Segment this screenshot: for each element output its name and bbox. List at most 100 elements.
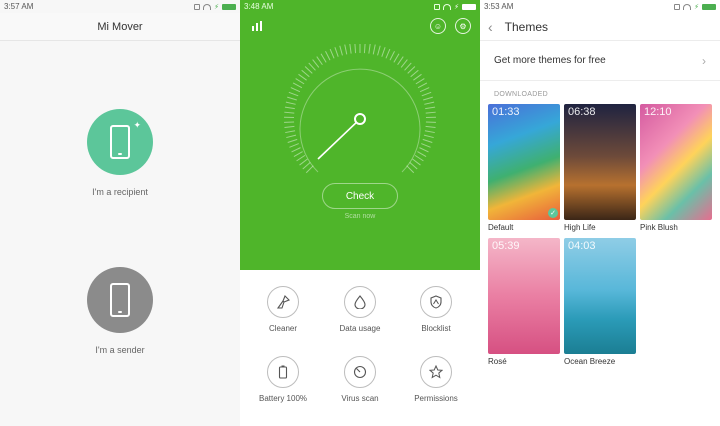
sender-button[interactable] <box>87 267 153 333</box>
gauge-tick <box>292 82 303 89</box>
gauge-tick <box>404 62 412 71</box>
themes-header: ‹ Themes <box>480 13 720 41</box>
gauge-tick <box>293 151 303 157</box>
gauge-tick <box>414 154 424 162</box>
gauge-tick <box>286 134 297 139</box>
recipient-label: I'm a recipient <box>92 187 148 197</box>
theme-name: Ocean Breeze <box>564 357 616 366</box>
battery-icon <box>702 3 716 10</box>
sparkle-icon: ✦ <box>133 120 141 130</box>
status-icons: ⚡ <box>194 3 236 11</box>
status-bar: 3:57 AM ⚡ <box>0 0 240 13</box>
gauge-tick <box>354 44 357 54</box>
tool-battery[interactable]: Battery 100% <box>243 356 323 403</box>
gauge-tick <box>421 143 431 148</box>
gauge-tick <box>334 47 339 57</box>
gauge-tick <box>393 53 400 63</box>
notification-icon <box>674 3 681 10</box>
wifi-icon <box>443 3 452 10</box>
phone-icon <box>110 283 130 317</box>
thumb-clock: 12:10 <box>644 106 672 118</box>
check-button[interactable]: Check <box>322 183 398 209</box>
gauge-tick <box>419 147 429 153</box>
recipient-option[interactable]: ✦ I'm a recipient <box>0 109 240 197</box>
gauge-tick <box>381 47 386 57</box>
gauge-tick <box>329 48 335 59</box>
gauge-hub <box>354 113 366 125</box>
theme-card-default[interactable]: 01:33 ✓ Default <box>488 104 560 232</box>
app-header: Mi Mover <box>0 13 240 41</box>
status-bar: 3:48 AM ⚡ <box>240 0 480 13</box>
gauge-tick <box>423 96 433 101</box>
gauge-tick <box>308 62 316 71</box>
theme-thumbnail: 06:38 <box>564 104 636 220</box>
gauge-tick <box>295 78 305 85</box>
gauge-tick <box>417 151 427 157</box>
settings-icon[interactable]: ⚙ <box>455 18 471 34</box>
gauge-tick <box>316 56 323 66</box>
charging-icon: ⚡ <box>214 3 219 11</box>
gauge-tick <box>368 44 371 54</box>
get-more-themes-label: Get more themes for free <box>494 55 606 66</box>
sender-option[interactable]: I'm a sender <box>0 267 240 355</box>
tool-blocklist[interactable]: Blocklist <box>396 286 476 333</box>
theme-name: Default <box>488 223 514 232</box>
gauge-tick <box>287 96 297 101</box>
back-icon[interactable]: ‹ <box>488 19 493 35</box>
gauge-tick <box>406 165 415 174</box>
scan-gauge <box>284 44 436 174</box>
gauge-tick <box>287 138 298 143</box>
theme-card-high-life[interactable]: 06:38 High Life <box>564 104 636 232</box>
status-icons: ⚡ <box>434 3 476 11</box>
theme-thumbnail: 01:33 ✓ <box>488 104 560 220</box>
get-more-themes-row[interactable]: Get more themes for free › <box>480 41 720 81</box>
gauge-tick <box>325 51 331 61</box>
gauge-tick <box>425 125 436 129</box>
gauge-tick <box>289 143 299 148</box>
theme-card-ocean-breeze[interactable]: 04:03 Ocean Breeze <box>564 238 636 366</box>
sender-label: I'm a sender <box>95 345 145 355</box>
tool-cleaner[interactable]: Cleaner <box>243 286 323 333</box>
tool-data-usage[interactable]: Data usage <box>320 286 400 333</box>
scan-header: 3:48 AM ⚡ ☺ ⚙ Check Scan now <box>240 0 480 270</box>
section-label: DOWNLOADED <box>494 91 548 98</box>
theme-card-rose[interactable]: 05:39 Rosé <box>488 238 560 366</box>
status-time: 3:57 AM <box>4 2 34 11</box>
status-time: 3:53 AM <box>484 2 514 11</box>
gauge-tick <box>377 45 381 56</box>
thumb-clock: 06:38 <box>568 106 596 118</box>
chevron-right-icon: › <box>702 53 706 68</box>
gauge-tick <box>425 106 436 110</box>
themes-grid: 01:33 ✓ Default 06:38 High Life 12:10 Pi… <box>480 104 720 394</box>
scan-now-label: Scan now <box>344 213 376 220</box>
gauge-tick <box>410 69 419 78</box>
tool-label: Cleaner <box>268 324 297 333</box>
tool-label: Battery 100% <box>258 394 308 403</box>
gauge-tick <box>385 48 391 59</box>
gauge-tick <box>425 111 436 114</box>
tool-virus-scan[interactable]: Virus scan <box>320 356 400 403</box>
notification-icon <box>194 3 201 10</box>
gauge-tick <box>299 158 308 166</box>
gauge-tick <box>344 44 348 55</box>
gauge-tick <box>302 162 311 170</box>
tool-permissions[interactable]: Permissions <box>396 356 476 403</box>
stats-icon[interactable] <box>249 18 265 34</box>
theme-name: High Life <box>564 223 596 232</box>
theme-thumbnail: 12:10 <box>640 104 712 220</box>
battery-icon <box>222 3 236 10</box>
gauge-tick <box>288 91 299 97</box>
battery-icon <box>267 356 299 388</box>
gauge-tick <box>284 111 295 114</box>
theme-card-pink-blush[interactable]: 12:10 Pink Blush <box>640 104 712 232</box>
notification-icon <box>434 3 441 10</box>
tool-label: Blocklist <box>421 324 451 333</box>
account-icon[interactable]: ☺ <box>430 18 446 34</box>
recipient-button[interactable]: ✦ <box>87 109 153 175</box>
tool-label: Data usage <box>339 324 381 333</box>
thumb-clock: 01:33 <box>492 106 520 118</box>
broom-icon <box>267 286 299 318</box>
gauge-tick <box>305 165 314 174</box>
virus-scan-icon <box>344 356 376 388</box>
status-bar: 3:53 AM ⚡ <box>480 0 720 13</box>
